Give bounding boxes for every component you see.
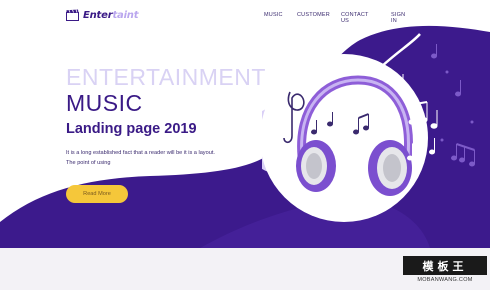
hero-subtitle: Landing page 2019 [66, 121, 197, 137]
nav-item-music[interactable]: MUSIC [264, 12, 283, 18]
watermark-url: MOBANWANG.COM [417, 277, 473, 283]
read-more-button[interactable]: Read More [66, 185, 128, 203]
headphones-illustration [262, 33, 475, 222]
logo-wordmark: Entertaint [83, 9, 139, 21]
nav-item-sign-in[interactable]: SIGN IN [391, 12, 405, 24]
nav-item-customer[interactable]: CUSTOMER [297, 12, 330, 18]
site-logo[interactable]: Entertaint [66, 9, 139, 21]
nav-item-contact-us[interactable]: CONTACT US [341, 12, 368, 24]
page-frame: Entertaint MUSIC CUSTOMER CONTACT US SIG… [0, 0, 490, 248]
clapperboard-icon [66, 9, 79, 21]
hero-description: It is a long established fact that a rea… [66, 149, 276, 168]
hero-title-line2: MUSIC [66, 90, 143, 116]
watermark-logo: 模板王 [403, 256, 487, 275]
watermark: 模板王 MOBANWANG.COM [403, 256, 487, 286]
hero-title-line1: ENTERTAINMENT [66, 64, 266, 90]
music-notes-faded-icon [431, 44, 475, 167]
hero-description-line1: It is a long established fact that a rea… [66, 150, 215, 156]
hero-description-line2: The point of using [66, 159, 111, 166]
